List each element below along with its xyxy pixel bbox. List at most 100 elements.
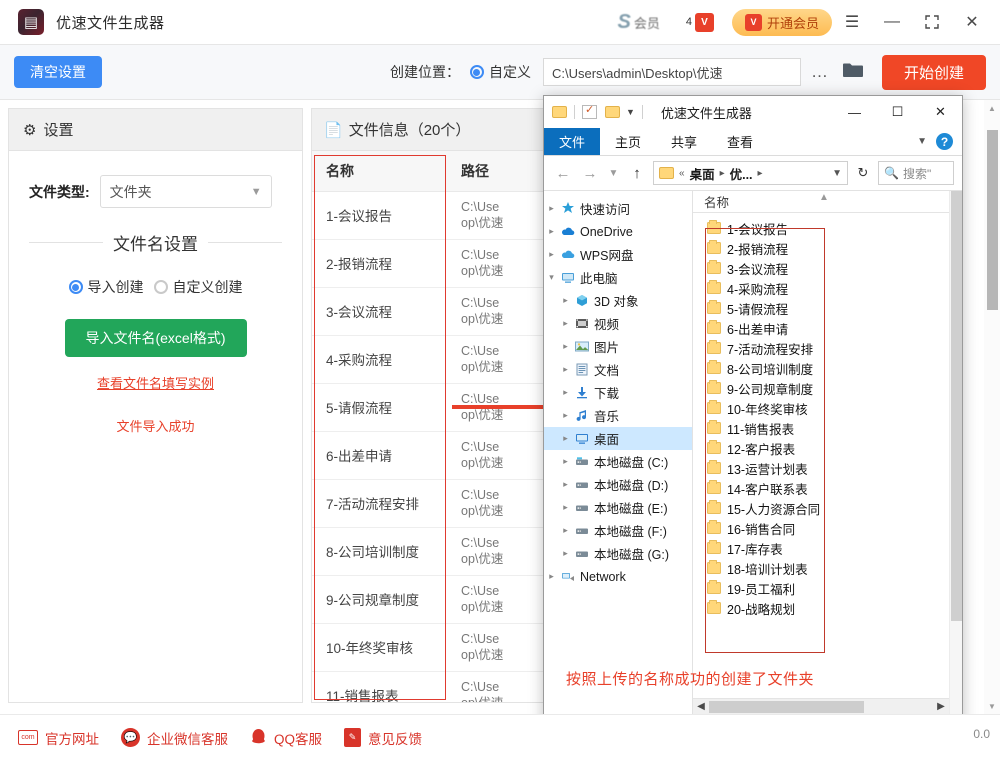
tree-item-6[interactable]: ▸图片 [544, 335, 692, 358]
chevron-down-icon[interactable]: ▼ [832, 168, 842, 179]
address-breadcrumb[interactable]: « 桌面 ▸ 优... ▸ ▼ [653, 161, 848, 185]
scroll-left-icon[interactable]: ◀ [693, 701, 709, 712]
list-item[interactable]: 9-公司规章制度 [693, 378, 949, 398]
ribbon-tab-home[interactable]: 主页 [600, 128, 656, 155]
tree-item-13[interactable]: ▸本地磁盘 (E:) [544, 496, 692, 519]
ribbon-collapse-icon[interactable]: ▼ [917, 136, 927, 147]
bottom-bar-item-2[interactable]: QQ客服 [250, 728, 322, 748]
chevron-down-icon[interactable]: ▾ [544, 272, 559, 283]
list-item[interactable]: 1-会议报告 [693, 218, 949, 238]
chevron-right-icon[interactable]: ▸ [558, 295, 573, 306]
list-item[interactable]: 5-请假流程 [693, 298, 949, 318]
tree-item-11[interactable]: ▸本地磁盘 (C:) [544, 450, 692, 473]
scroll-up-icon[interactable]: ▲ [984, 100, 1000, 116]
explorer-close-icon[interactable]: ✕ [919, 96, 962, 128]
ribbon-tab-view[interactable]: 查看 [712, 128, 768, 155]
list-item[interactable]: 19-员工福利 [693, 578, 949, 598]
properties-icon[interactable] [582, 105, 597, 119]
list-item[interactable]: 15-人力资源合同 [693, 498, 949, 518]
chevron-right-icon[interactable]: ▸ [558, 433, 573, 444]
scroll-down-icon[interactable]: ▼ [984, 698, 1000, 714]
main-scroll-thumb[interactable] [987, 130, 998, 310]
chevron-right-icon[interactable]: ▸ [558, 318, 573, 329]
tree-item-12[interactable]: ▸本地磁盘 (D:) [544, 473, 692, 496]
chevron-right-icon[interactable]: ▸ [558, 341, 573, 352]
scroll-right-icon[interactable]: ▶ [933, 701, 949, 712]
bottom-bar-item-0[interactable]: com官方网址 [18, 728, 99, 748]
list-item[interactable]: 13-运营计划表 [693, 458, 949, 478]
chevron-right-icon[interactable]: ▸ [558, 387, 573, 398]
tree-item-9[interactable]: ▸音乐 [544, 404, 692, 427]
explorer-search-input[interactable]: 🔍 搜索" [878, 161, 954, 185]
tree-item-10[interactable]: ▸桌面 [544, 427, 692, 450]
tree-item-2[interactable]: ▸WPS网盘 [544, 243, 692, 266]
list-item[interactable]: 16-销售合同 [693, 518, 949, 538]
tree-item-1[interactable]: ▸OneDrive [544, 220, 692, 243]
tree-item-14[interactable]: ▸本地磁盘 (F:) [544, 519, 692, 542]
chevron-right-icon[interactable]: ▸ [544, 203, 559, 214]
horizontal-scrollbar[interactable]: ◀ ▶ [693, 698, 949, 714]
hamburger-menu-icon[interactable]: ☰ [832, 0, 872, 45]
start-create-button[interactable]: 开始创建 [882, 55, 986, 90]
ribbon-tab-share[interactable]: 共享 [656, 128, 712, 155]
close-icon[interactable]: ✕ [952, 0, 992, 45]
recent-locations-icon[interactable]: ▼ [606, 162, 621, 184]
more-options-button[interactable]: … [811, 62, 829, 82]
help-icon[interactable]: ? [936, 133, 953, 150]
mode-custom-option[interactable]: 自定义创建 [154, 277, 243, 297]
tree-item-4[interactable]: ▸3D 对象 [544, 289, 692, 312]
list-item[interactable]: 3-会议流程 [693, 258, 949, 278]
list-item[interactable]: 14-客户联系表 [693, 478, 949, 498]
clear-settings-button[interactable]: 清空设置 [14, 56, 102, 88]
tree-item-15[interactable]: ▸本地磁盘 (G:) [544, 542, 692, 565]
tree-item-8[interactable]: ▸下载 [544, 381, 692, 404]
chevron-right-icon[interactable]: ▸ [544, 249, 559, 260]
chevron-right-icon[interactable]: ▸ [558, 456, 573, 467]
list-item[interactable]: 7-活动流程安排 [693, 338, 949, 358]
breadcrumb-item-current[interactable]: 优... [730, 164, 753, 183]
minimize-icon[interactable]: — [872, 0, 912, 45]
list-item[interactable]: 4-采购流程 [693, 278, 949, 298]
bottom-bar-item-1[interactable]: 💬企业微信客服 [121, 728, 228, 748]
hscroll-track[interactable] [709, 700, 933, 714]
view-example-link[interactable]: 查看文件名填写实例 [9, 373, 302, 392]
tree-item-16[interactable]: ▸Network [544, 565, 692, 588]
user-account-area[interactable]: S 会员 [618, 11, 660, 34]
mode-custom-radio[interactable] [154, 280, 168, 294]
tree-item-3[interactable]: ▾此电脑 [544, 266, 692, 289]
refresh-icon[interactable]: ↻ [853, 162, 873, 184]
chevron-right-icon[interactable]: ▸ [558, 479, 573, 490]
list-item[interactable]: 12-客户报表 [693, 438, 949, 458]
hscroll-thumb[interactable] [709, 701, 864, 713]
breadcrumb-item-desktop[interactable]: 桌面 [690, 164, 715, 183]
list-item[interactable]: 11-销售报表 [693, 418, 949, 438]
chevron-right-icon[interactable]: ▸ [558, 525, 573, 536]
chevron-right-icon[interactable]: ▸ [558, 502, 573, 513]
tree-item-0[interactable]: ▸快速访问 [544, 197, 692, 220]
tree-item-7[interactable]: ▸文档 [544, 358, 692, 381]
file-type-select[interactable]: 文件夹 ▼ [100, 175, 272, 208]
chevron-right-icon[interactable]: ▸ [558, 548, 573, 559]
explorer-maximize-icon[interactable]: ☐ [876, 96, 919, 128]
import-filenames-button[interactable]: 导入文件名(excel格式) [65, 319, 247, 357]
main-vertical-scrollbar[interactable]: ▲ ▼ [984, 100, 1000, 714]
vertical-scrollbar[interactable] [949, 191, 962, 714]
back-arrow-icon[interactable]: ← [552, 162, 574, 184]
folder-icon[interactable] [842, 61, 864, 83]
mode-import-option[interactable]: 导入创建 [69, 277, 144, 297]
chevron-right-icon[interactable]: ▸ [558, 410, 573, 421]
list-column-header[interactable]: 名称 ▲ [693, 191, 949, 213]
ribbon-tab-file[interactable]: 文件 [544, 128, 600, 155]
mode-import-radio[interactable] [69, 280, 83, 294]
chevron-right-icon[interactable]: ▸ [558, 364, 573, 375]
list-item[interactable]: 8-公司培训制度 [693, 358, 949, 378]
chevron-down-icon[interactable]: ▼ [626, 107, 635, 117]
column-header-name[interactable]: 名称 [312, 151, 447, 191]
list-item[interactable]: 10-年终奖审核 [693, 398, 949, 418]
forward-arrow-icon[interactable]: → [579, 162, 601, 184]
list-item[interactable]: 17-库存表 [693, 538, 949, 558]
custom-location-radio[interactable] [470, 65, 484, 79]
tree-item-5[interactable]: ▸视频 [544, 312, 692, 335]
explorer-minimize-icon[interactable]: — [833, 96, 876, 128]
vscroll-thumb[interactable] [951, 191, 962, 621]
